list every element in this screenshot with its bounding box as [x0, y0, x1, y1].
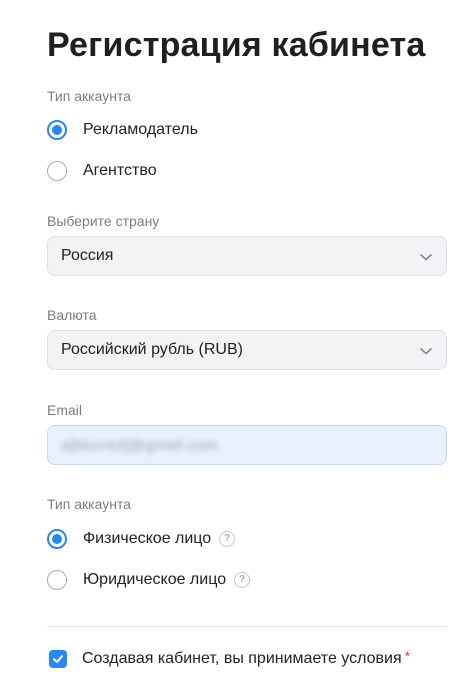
required-mark: *: [404, 648, 411, 664]
terms-label: Создавая кабинет, вы принимаете условия: [82, 650, 402, 667]
question-icon[interactable]: ?: [234, 572, 251, 588]
email-input[interactable]: a[blurred]@gmail.com: [47, 425, 447, 465]
radio-label-individual: Физическое лицо: [83, 530, 212, 547]
radio-checked-icon[interactable]: [47, 120, 67, 140]
divider: [47, 626, 447, 627]
radio-legal-entity[interactable]: Юридическое лицо ?: [47, 569, 251, 591]
radio-unchecked-icon[interactable]: [47, 161, 67, 181]
currency-select-value: Российский рубль (RUB): [61, 341, 243, 358]
terms-checkbox-row[interactable]: Создавая кабинет, вы принимаете условия …: [49, 648, 411, 668]
page-title: Регистрация кабинета: [47, 26, 426, 64]
legal-type-label: Тип аккаунта: [47, 496, 131, 512]
account-type-label: Тип аккаунта: [47, 88, 131, 104]
radio-label-advertiser: Рекламодатель: [83, 121, 198, 138]
email-label: Email: [47, 402, 83, 418]
chevron-down-icon: [420, 348, 432, 355]
country-select-value: Россия: [61, 247, 114, 264]
radio-checked-icon[interactable]: [47, 529, 67, 549]
radio-individual[interactable]: Физическое лицо ?: [47, 528, 236, 550]
radio-agency[interactable]: Агентство: [47, 160, 157, 182]
radio-label-agency: Агентство: [83, 162, 157, 179]
radio-label-legal-entity: Юридическое лицо: [83, 571, 227, 588]
currency-label: Валюта: [47, 307, 97, 323]
radio-advertiser[interactable]: Рекламодатель: [47, 119, 198, 141]
question-icon[interactable]: ?: [219, 531, 236, 547]
currency-select[interactable]: Российский рубль (RUB): [47, 330, 447, 370]
country-label: Выберите страну: [47, 213, 160, 229]
checkmark-icon: [53, 655, 63, 663]
checkbox-checked-icon[interactable]: [49, 650, 67, 668]
email-value: a[blurred]@gmail.com: [61, 436, 218, 454]
radio-unchecked-icon[interactable]: [47, 570, 67, 590]
chevron-down-icon: [420, 254, 432, 261]
country-select[interactable]: Россия: [47, 236, 447, 276]
